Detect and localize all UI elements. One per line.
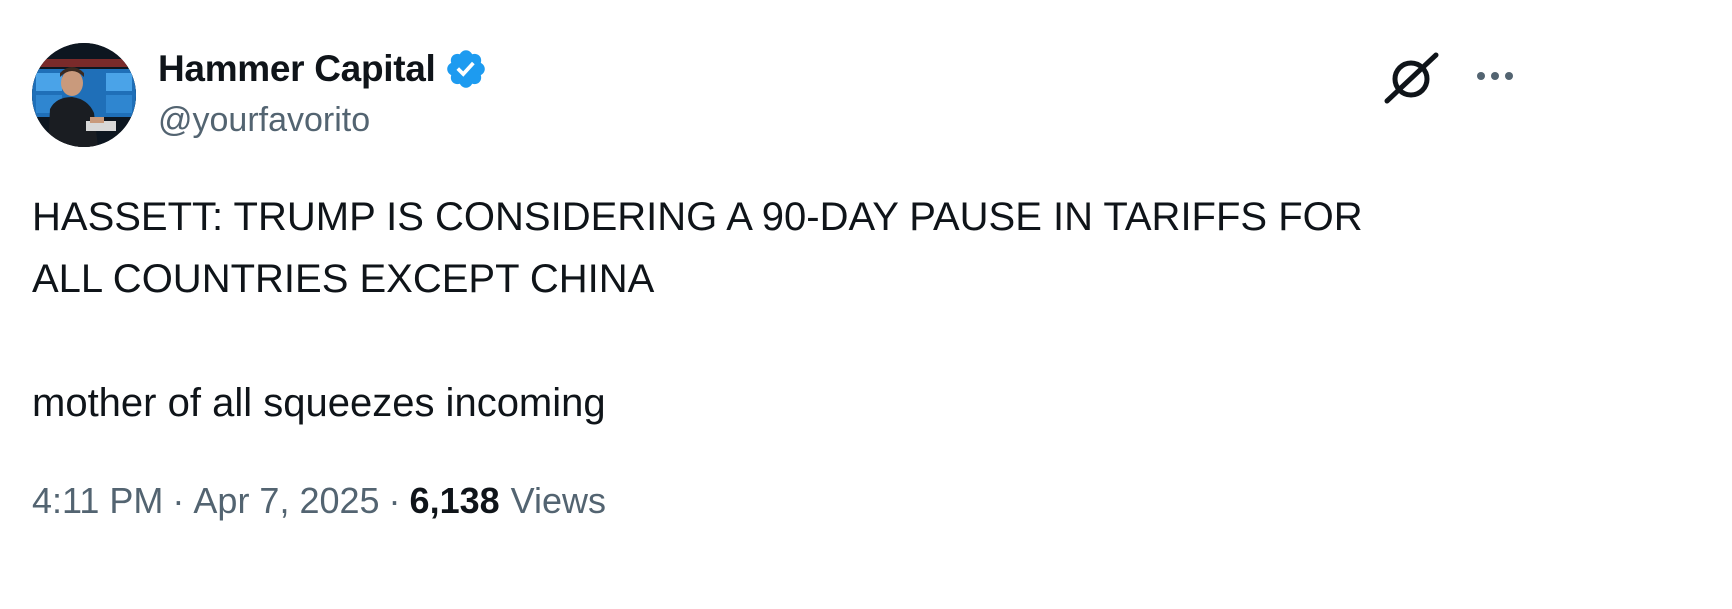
verified-badge-icon[interactable]	[444, 47, 488, 91]
tweet-headline-line-2: ALL COUNTRIES EXCEPT CHINA	[32, 257, 655, 301]
author-display-name[interactable]: Hammer Capital	[158, 48, 436, 90]
tweet-date[interactable]: Apr 7, 2025	[193, 480, 379, 522]
tweet-text: HASSETT: TRUMP IS CONSIDERING A 90-DAY P…	[32, 186, 1692, 434]
author-handle[interactable]: @yourfavorito	[158, 101, 370, 140]
tweet-time[interactable]: 4:11 PM	[32, 480, 163, 522]
grok-icon[interactable]	[1382, 52, 1440, 104]
more-options-icon[interactable]	[1474, 62, 1516, 90]
meta-separator: ·	[388, 480, 401, 521]
tweet-card: Hammer Capital @yourfavorito HASSETT: TR…	[0, 0, 1732, 609]
meta-separator: ·	[172, 480, 185, 521]
views-label: Views	[510, 480, 607, 521]
author-avatar[interactable]	[32, 43, 136, 147]
tweet-headline-line-1: HASSETT: TRUMP IS CONSIDERING A 90-DAY P…	[32, 195, 1363, 239]
author-name-row: Hammer Capital	[158, 44, 488, 94]
tweet-comment: mother of all squeezes incoming	[32, 381, 606, 425]
avatar-image	[32, 43, 136, 147]
views-count: 6,138	[409, 480, 500, 521]
tweet-meta: 4:11 PM · Apr 7, 2025 · 6,138 Views	[32, 480, 606, 522]
